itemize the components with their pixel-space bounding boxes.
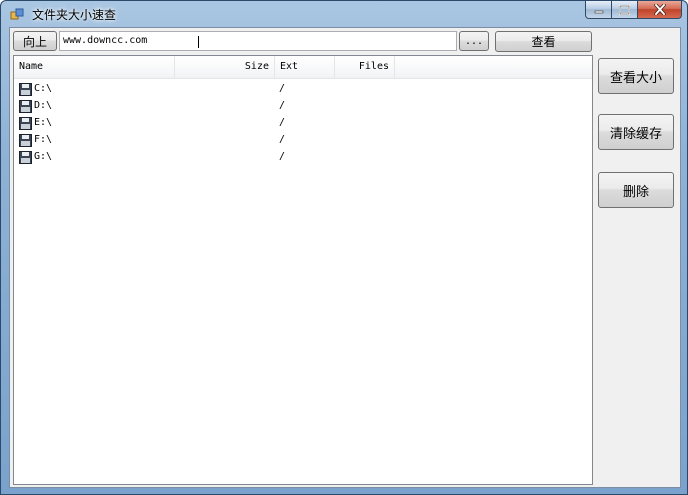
item-ext: / <box>279 151 286 162</box>
folder-list[interactable]: Name Size Ext Files C:\ / D:\ / E:\ / F:… <box>13 55 593 485</box>
close-button[interactable] <box>638 1 682 19</box>
item-ext: / <box>279 100 286 111</box>
clear-cache-button[interactable]: 清除缓存 <box>598 114 674 150</box>
floppy-drive-icon <box>19 83 32 96</box>
column-header-size[interactable]: Size <box>175 56 275 78</box>
maximize-icon <box>619 4 630 15</box>
view-button[interactable]: 查看 <box>495 31 592 52</box>
app-icon <box>10 8 24 20</box>
column-header-name[interactable]: Name <box>14 56 175 78</box>
app-window: 文件夹大小速查 向上 www.downcc.com ... 查看 Name Si… <box>0 0 688 495</box>
browse-button[interactable]: ... <box>459 31 489 51</box>
item-name: E:\ <box>34 117 53 128</box>
column-header-files[interactable]: Files <box>335 56 395 78</box>
up-button[interactable]: 向上 <box>13 31 57 51</box>
list-item[interactable]: F:\ / <box>14 132 592 149</box>
floppy-drive-icon <box>19 100 32 113</box>
list-item[interactable]: G:\ / <box>14 149 592 166</box>
list-item[interactable]: C:\ / <box>14 81 592 98</box>
item-ext: / <box>279 117 286 128</box>
text-caret <box>198 36 199 48</box>
item-name: D:\ <box>34 100 53 111</box>
window-title: 文件夹大小速查 <box>32 8 117 22</box>
list-header: Name Size Ext Files <box>14 56 592 79</box>
maximize-button[interactable] <box>612 1 638 19</box>
item-name: C:\ <box>34 83 53 94</box>
minimize-icon <box>594 10 603 13</box>
minimize-button[interactable] <box>585 1 612 19</box>
path-input[interactable]: www.downcc.com <box>59 31 457 51</box>
list-item[interactable]: D:\ / <box>14 98 592 115</box>
delete-button[interactable]: 删除 <box>598 172 674 208</box>
view-size-button[interactable]: 查看大小 <box>598 58 674 94</box>
column-header-ext[interactable]: Ext <box>275 56 335 78</box>
item-ext: / <box>279 83 286 94</box>
item-name: G:\ <box>34 151 53 162</box>
client-area: 向上 www.downcc.com ... 查看 Name Size Ext F… <box>9 27 681 488</box>
title-bar[interactable]: 文件夹大小速查 <box>1 1 687 27</box>
floppy-drive-icon <box>19 134 32 147</box>
item-ext: / <box>279 134 286 145</box>
path-input-value: www.downcc.com <box>63 35 148 46</box>
caption-buttons <box>585 1 682 21</box>
item-name: F:\ <box>34 134 53 145</box>
floppy-drive-icon <box>19 151 32 164</box>
floppy-drive-icon <box>19 117 32 130</box>
close-icon <box>653 4 666 15</box>
list-item[interactable]: E:\ / <box>14 115 592 132</box>
list-rows: C:\ / D:\ / E:\ / F:\ / G:\ / <box>14 79 592 484</box>
